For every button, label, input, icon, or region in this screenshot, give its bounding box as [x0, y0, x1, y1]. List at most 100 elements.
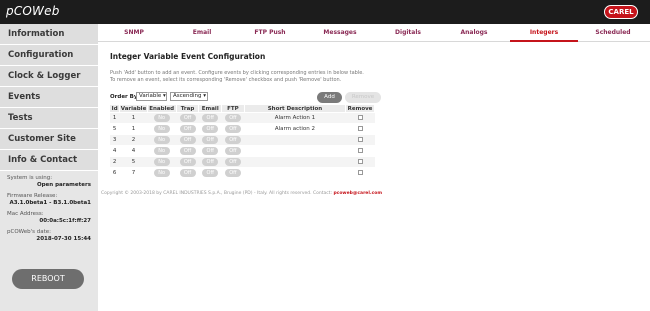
- order-by-value: Variable: [139, 93, 162, 99]
- pcoweb-logo: pCOWeb: [6, 4, 60, 18]
- sidebar-item-events[interactable]: Events: [0, 87, 98, 108]
- cell-variable: 2: [119, 134, 148, 146]
- enabled-toggle[interactable]: No: [153, 169, 170, 177]
- firmware-value: A3.1.0beta1 - B3.1.0beta1: [9, 200, 91, 206]
- tab-integers[interactable]: Integers: [510, 24, 578, 42]
- top-bar: pCOWeb CAREL: [0, 0, 650, 24]
- remove-checkbox[interactable]: [357, 137, 363, 142]
- enabled-toggle[interactable]: No: [153, 114, 170, 122]
- remove-checkbox[interactable]: [357, 148, 363, 153]
- cell-id: 5: [109, 123, 120, 135]
- instructions: Push 'Add' button to add an event. Confi…: [110, 70, 400, 83]
- order-direction-select[interactable]: Ascending ▾: [170, 92, 208, 101]
- enabled-toggle[interactable]: No: [153, 136, 170, 144]
- table-row[interactable]: 3 2 No Off Off Off: [109, 134, 375, 146]
- sidebar-item-configuration[interactable]: Configuration: [0, 45, 98, 66]
- cell-description[interactable]: [244, 156, 346, 168]
- contact-email-link[interactable]: pcoweb@carel.com: [333, 191, 382, 196]
- col-remove: Remove: [345, 104, 375, 113]
- email-toggle[interactable]: Off: [202, 125, 219, 133]
- cell-description[interactable]: [244, 145, 346, 157]
- email-toggle[interactable]: Off: [202, 136, 219, 144]
- carel-logo: CAREL: [604, 5, 638, 19]
- trap-toggle[interactable]: Off: [179, 147, 196, 155]
- instruction-line-1: Push 'Add' button to add an event. Confi…: [110, 70, 364, 76]
- col-ftp: FTP: [221, 104, 245, 113]
- email-toggle[interactable]: Off: [202, 114, 219, 122]
- ftp-toggle[interactable]: Off: [224, 158, 241, 166]
- cell-description[interactable]: Alarm Action 1: [244, 112, 346, 124]
- order-direction-value: Ascending: [173, 93, 202, 99]
- ftp-toggle[interactable]: Off: [224, 169, 241, 177]
- col-email: Email: [198, 104, 223, 113]
- cell-id: 6: [109, 167, 120, 179]
- sidebar: Information Configuration Clock & Logger…: [0, 24, 98, 311]
- cell-description[interactable]: Alarm action 2: [244, 123, 346, 135]
- enabled-toggle[interactable]: No: [153, 147, 170, 155]
- table-row[interactable]: 5 1 No Off Off Off Alarm action 2: [109, 123, 375, 135]
- table-row[interactable]: 1 1 No Off Off Off Alarm Action 1: [109, 112, 375, 124]
- sidebar-item-clock-logger[interactable]: Clock & Logger: [0, 66, 98, 87]
- ftp-toggle[interactable]: Off: [224, 125, 241, 133]
- add-button[interactable]: Add: [317, 92, 342, 103]
- cell-variable: 1: [119, 112, 148, 124]
- cell-variable: 4: [119, 145, 148, 157]
- cell-variable: 7: [119, 167, 148, 179]
- email-toggle[interactable]: Off: [202, 147, 219, 155]
- system-label: System is using:: [7, 175, 53, 181]
- email-toggle[interactable]: Off: [202, 169, 219, 177]
- sidebar-item-tests[interactable]: Tests: [0, 108, 98, 129]
- cell-description[interactable]: [244, 167, 346, 179]
- table-row[interactable]: 4 4 No Off Off Off: [109, 145, 375, 157]
- remove-checkbox[interactable]: [357, 115, 363, 120]
- date-value: 2018-07-30 15:44: [36, 236, 91, 242]
- tab-messages[interactable]: Messages: [312, 24, 368, 42]
- tab-scheduled[interactable]: Scheduled: [584, 24, 642, 42]
- email-toggle[interactable]: Off: [202, 158, 219, 166]
- cell-description[interactable]: [244, 134, 346, 146]
- reboot-button[interactable]: REBOOT: [12, 269, 84, 289]
- tab-bar: SNMP Email FTP Push Messages Digitals An…: [98, 24, 650, 42]
- tab-digitals[interactable]: Digitals: [382, 24, 434, 42]
- remove-checkbox[interactable]: [357, 170, 363, 175]
- sidebar-item-info-contact[interactable]: Info & Contact: [0, 150, 98, 171]
- ftp-toggle[interactable]: Off: [224, 147, 241, 155]
- system-value: Open parameters: [36, 182, 91, 188]
- enabled-toggle[interactable]: No: [153, 158, 170, 166]
- date-label: pCOWeb's date:: [7, 229, 52, 235]
- remove-checkbox[interactable]: [357, 126, 363, 131]
- remove-button[interactable]: Remove: [345, 92, 381, 103]
- col-variable: Variable: [119, 104, 148, 113]
- trap-toggle[interactable]: Off: [179, 169, 196, 177]
- sidebar-item-customer-site[interactable]: Customer Site: [0, 129, 98, 150]
- tab-email[interactable]: Email: [176, 24, 228, 42]
- sidebar-item-information[interactable]: Information: [0, 24, 98, 45]
- page-title: Integer Variable Event Configuration: [110, 52, 266, 61]
- table-row[interactable]: 6 7 No Off Off Off: [109, 167, 375, 179]
- ftp-toggle[interactable]: Off: [224, 114, 241, 122]
- col-trap: Trap: [175, 104, 200, 113]
- enabled-toggle[interactable]: No: [153, 125, 170, 133]
- tab-ftp-push[interactable]: FTP Push: [243, 24, 297, 42]
- order-by-select[interactable]: Variable ▾: [136, 92, 167, 101]
- instruction-line-2: To remove an event, select its correspon…: [110, 76, 342, 83]
- table-row[interactable]: 2 5 No Off Off Off: [109, 156, 375, 168]
- cell-id: 3: [109, 134, 120, 146]
- trap-toggle[interactable]: Off: [179, 136, 196, 144]
- copyright-text: Copyright © 2003-2018 by CAREL INDUSTRIE…: [101, 191, 333, 196]
- mac-label: Mac Address:: [7, 211, 44, 217]
- footer: Copyright © 2003-2018 by CAREL INDUSTRIE…: [101, 191, 382, 196]
- col-short-description: Short Description: [243, 104, 347, 113]
- events-table: Id Variable Enabled Trap Email FTP Short…: [108, 104, 375, 179]
- remove-checkbox[interactable]: [357, 159, 363, 164]
- col-enabled: Enabled: [146, 104, 177, 113]
- order-by-label: Order By: [110, 94, 138, 100]
- trap-toggle[interactable]: Off: [179, 158, 196, 166]
- tab-analogs[interactable]: Analogs: [448, 24, 500, 42]
- trap-toggle[interactable]: Off: [179, 114, 196, 122]
- cell-variable: 5: [119, 156, 148, 168]
- trap-toggle[interactable]: Off: [179, 125, 196, 133]
- ftp-toggle[interactable]: Off: [224, 136, 241, 144]
- system-info-panel: System is using: Open parameters Firmwar…: [0, 171, 98, 242]
- tab-snmp[interactable]: SNMP: [108, 24, 160, 42]
